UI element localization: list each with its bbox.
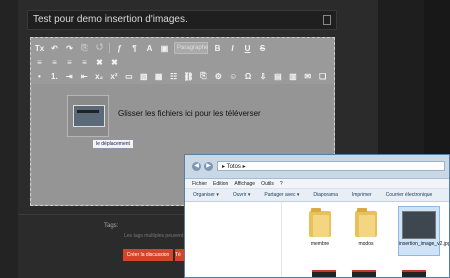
image-file-icon bbox=[402, 211, 436, 239]
unlink-icon[interactable]: ⎘ bbox=[198, 71, 209, 82]
navigation-pane[interactable] bbox=[185, 202, 282, 277]
left-gutter bbox=[0, 0, 18, 278]
numbered-list-icon[interactable]: 1. bbox=[49, 71, 60, 82]
align-right-icon[interactable]: ≡ bbox=[64, 57, 75, 68]
open-button[interactable]: Ouvrir ▾ bbox=[233, 192, 251, 198]
settings-icon[interactable]: ⚙ bbox=[213, 71, 224, 82]
special-char-icon[interactable]: Ω bbox=[243, 71, 254, 82]
explorer-body: membre modos insertion_image_v2.jpg bbox=[185, 202, 450, 277]
select-all-icon[interactable]: ⎘ bbox=[79, 43, 90, 54]
explorer-commandbar: Organiser ▾ Ouvrir ▾ Partager avec ▾ Dia… bbox=[185, 189, 449, 202]
copy-icon[interactable]: ❏ bbox=[317, 71, 328, 82]
thumbnail-partial[interactable] bbox=[352, 270, 376, 277]
paragraph-icon[interactable]: ¶ bbox=[129, 43, 140, 54]
strikethrough-icon[interactable]: S bbox=[257, 43, 268, 54]
folder-icon bbox=[309, 208, 331, 237]
image-preview bbox=[73, 105, 105, 127]
organize-button[interactable]: Organiser ▾ bbox=[193, 192, 219, 198]
menu-help[interactable]: ? bbox=[280, 181, 283, 187]
align-left-icon[interactable]: ≡ bbox=[34, 57, 45, 68]
folder-modos[interactable]: modos bbox=[346, 208, 386, 247]
move-tooltip: le déplacement bbox=[92, 139, 134, 149]
download-icon[interactable]: ⇩ bbox=[258, 71, 269, 82]
maximize-icon[interactable]: ✖ bbox=[109, 57, 120, 68]
media-icon[interactable]: ▦ bbox=[153, 71, 164, 82]
folder-content[interactable]: membre modos insertion_image_v2.jpg bbox=[282, 202, 450, 277]
bullet-list-icon[interactable]: • bbox=[34, 71, 45, 82]
folder-label: membre bbox=[310, 241, 330, 247]
format-select[interactable]: Paragraphe bbox=[174, 42, 208, 54]
title-text: Test pour demo insertion d'images. bbox=[33, 14, 188, 25]
menu-outils[interactable]: Outils bbox=[261, 181, 274, 187]
bold-icon[interactable]: B bbox=[212, 43, 223, 54]
align-center-icon[interactable]: ≡ bbox=[49, 57, 60, 68]
editor-toolbar: Tx ↶ ↷ ⎘ ⭯ ƒ ¶ A ▣ Paragraphe B I U S ≡ … bbox=[34, 41, 332, 83]
box-icon[interactable]: ▭ bbox=[123, 71, 134, 82]
explorer-menubar: Fichier Edition Affichage Outils ? bbox=[185, 179, 449, 189]
remove-format-icon[interactable]: ✖ bbox=[94, 57, 105, 68]
thumbnail-partial[interactable] bbox=[402, 270, 426, 277]
explorer-titlebar: ◀ ▶ ▸ Totos ▸ bbox=[185, 155, 449, 179]
toolbar-row-3: • 1. ⇥ ⇤ x₂ x² ▭ ▧ ▦ ☷ ⛓ ⎘ ⚙ ☺ Ω ⇩ ▤ ▥ ✉… bbox=[34, 69, 332, 83]
toolbar-separator bbox=[109, 43, 110, 53]
outdent-icon[interactable]: ⇤ bbox=[79, 71, 90, 82]
folder-label: modos bbox=[358, 241, 374, 247]
title-field[interactable]: Test pour demo insertion d'images. bbox=[27, 10, 337, 30]
folder-membre[interactable]: membre bbox=[300, 208, 340, 247]
table-icon[interactable]: ☷ bbox=[168, 71, 179, 82]
clear-format-icon[interactable]: Tx bbox=[34, 43, 45, 54]
mail-icon[interactable]: ✉ bbox=[302, 71, 313, 82]
redo-icon[interactable]: ↷ bbox=[64, 43, 75, 54]
tags-label: Tags: bbox=[104, 223, 119, 229]
source-icon[interactable]: ⭯ bbox=[94, 42, 105, 54]
indent-icon[interactable]: ⇥ bbox=[64, 71, 75, 82]
superscript-icon[interactable]: x² bbox=[109, 71, 120, 82]
folder-icon bbox=[355, 208, 377, 237]
font-size-icon[interactable]: A bbox=[144, 43, 155, 54]
file-explorer-window[interactable]: ◀ ▶ ▸ Totos ▸ Fichier Edition Affichage … bbox=[184, 154, 450, 278]
thumbnail-partial[interactable] bbox=[312, 270, 336, 277]
block-icon[interactable]: ▤ bbox=[273, 71, 284, 82]
menu-edition[interactable]: Edition bbox=[213, 181, 228, 187]
columns-icon[interactable]: ▥ bbox=[287, 71, 298, 82]
font-icon[interactable]: ƒ bbox=[114, 43, 125, 54]
file-label: insertion_image_v2.jpg bbox=[399, 241, 450, 247]
address-bar[interactable]: ▸ Totos ▸ bbox=[217, 161, 445, 171]
link-icon[interactable]: ⛓ bbox=[183, 71, 194, 82]
print-button[interactable]: Imprimer bbox=[352, 192, 372, 198]
underline-icon[interactable]: U bbox=[242, 43, 253, 54]
back-icon[interactable]: ◀ bbox=[192, 162, 201, 171]
justify-icon[interactable]: ≡ bbox=[79, 57, 90, 68]
color-icon[interactable]: ▣ bbox=[159, 43, 170, 54]
toolbar-row-1: Tx ↶ ↷ ⎘ ⭯ ƒ ¶ A ▣ Paragraphe B I U S bbox=[34, 41, 332, 55]
image-icon[interactable]: ▧ bbox=[138, 71, 149, 82]
toolbar-row-2: ≡ ≡ ≡ ≡ ✖ ✖ bbox=[34, 55, 332, 69]
smiley-icon[interactable]: ☺ bbox=[228, 71, 239, 82]
italic-icon[interactable]: I bbox=[227, 43, 238, 54]
file-insertion-image[interactable]: insertion_image_v2.jpg bbox=[398, 206, 450, 256]
forward-icon[interactable]: ▶ bbox=[204, 162, 213, 171]
share-button[interactable]: Partager avec ▾ bbox=[264, 192, 299, 198]
slideshow-button[interactable]: Diaporama bbox=[313, 192, 337, 198]
menu-affichage[interactable]: Affichage bbox=[234, 181, 255, 187]
undo-icon[interactable]: ↶ bbox=[49, 43, 60, 54]
create-discussion-button[interactable]: Créer la discussion bbox=[123, 249, 173, 261]
subscript-icon[interactable]: x₂ bbox=[94, 71, 105, 82]
clipboard-icon[interactable] bbox=[323, 15, 331, 25]
drop-zone-text: Glisser les fichiers ici pour les téléve… bbox=[118, 109, 261, 118]
tags-input[interactable]: Les tags multiples peuvent bbox=[124, 233, 183, 239]
menu-fichier[interactable]: Fichier bbox=[192, 181, 207, 187]
email-button[interactable]: Courrier électronique bbox=[386, 192, 433, 198]
dragged-image-thumbnail bbox=[67, 95, 109, 137]
